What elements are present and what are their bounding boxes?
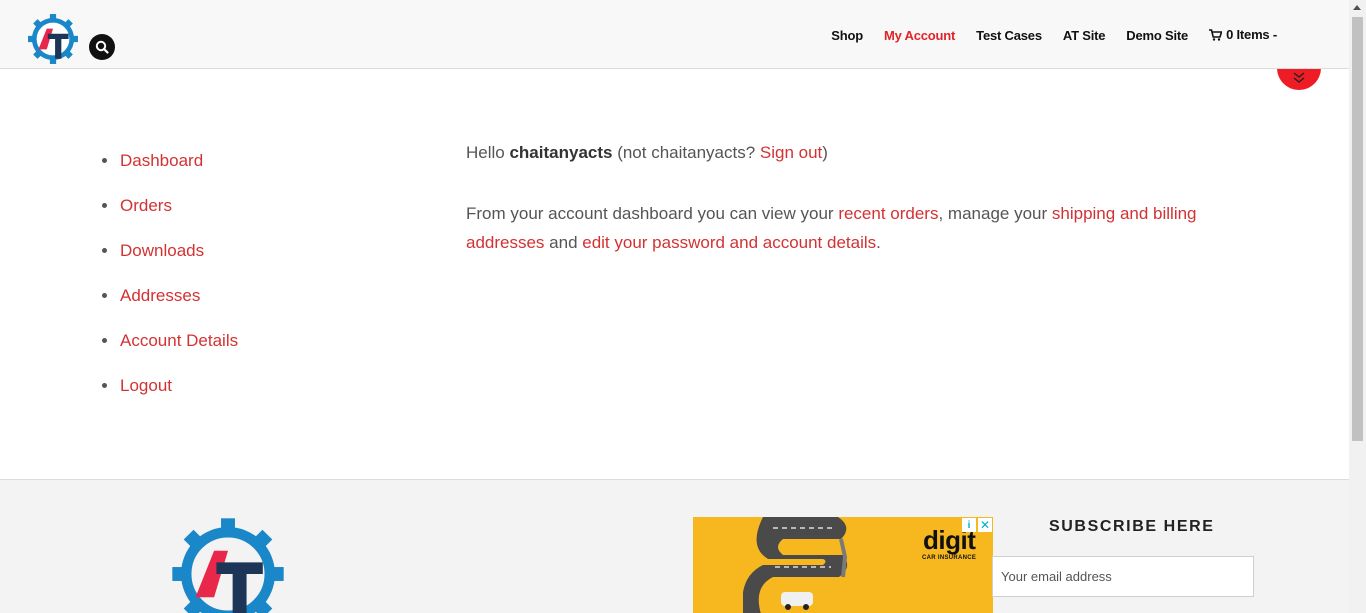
double-chevron-down-icon — [1293, 72, 1305, 83]
cart-icon — [1209, 29, 1223, 41]
road-illustration-icon — [743, 517, 848, 613]
ad-subtitle: CAR INSURANCE — [922, 555, 977, 561]
dashboard-intro: From your account dashboard you can view… — [466, 199, 1226, 257]
bullet-icon — [102, 383, 107, 388]
intro-text-3: and — [544, 233, 583, 252]
link-addresses[interactable]: Addresses — [120, 286, 200, 306]
username: chaitanyacts — [509, 143, 613, 162]
subscribe-email-input[interactable] — [992, 556, 1254, 597]
subscribe-title: SUBSCRIBE HERE — [1049, 518, 1215, 535]
bullet-icon — [102, 158, 107, 163]
site-footer: digit CAR INSURANCE i ✕ SUBSCRIBE HERE — [0, 479, 1349, 613]
ad-close-icon[interactable]: ✕ — [978, 518, 992, 532]
header-edge — [1277, 0, 1323, 69]
link-orders[interactable]: Orders — [120, 196, 172, 216]
advertisement-banner[interactable]: digit CAR INSURANCE i ✕ — [693, 517, 993, 613]
greeting: Hello chaitanyacts (not chaitanyacts? Si… — [466, 138, 1226, 167]
link-dashboard[interactable]: Dashboard — [120, 151, 203, 171]
scroll-up-arrow-icon[interactable] — [1353, 5, 1361, 10]
account-dashboard-content: Hello chaitanyacts (not chaitanyacts? Si… — [466, 138, 1226, 289]
intro-text-4: . — [876, 233, 881, 252]
scrollbar-thumb[interactable] — [1352, 17, 1363, 441]
account-nav-item-dashboard: Dashboard — [102, 138, 238, 183]
sign-out-link[interactable]: Sign out — [760, 143, 822, 162]
account-nav-item-logout: Logout — [102, 363, 238, 408]
bullet-icon — [102, 248, 107, 253]
link-logout[interactable]: Logout — [120, 376, 172, 396]
bullet-icon — [102, 293, 107, 298]
recent-orders-link[interactable]: recent orders — [838, 204, 938, 223]
search-icon — [95, 40, 109, 54]
not-user-suffix: ) — [822, 143, 828, 162]
ad-info-icon[interactable]: i — [962, 518, 976, 532]
nav-at-site[interactable]: AT Site — [1063, 28, 1106, 43]
site-logo[interactable] — [27, 13, 79, 65]
nav-my-account[interactable]: My Account — [884, 28, 955, 43]
account-nav-item-downloads: Downloads — [102, 228, 238, 273]
nav-shop[interactable]: Shop — [831, 28, 863, 43]
link-downloads[interactable]: Downloads — [120, 241, 204, 261]
intro-text-1: From your account dashboard you can view… — [466, 204, 839, 223]
footer-logo[interactable] — [170, 516, 286, 613]
account-nav-item-addresses: Addresses — [102, 273, 238, 318]
search-button[interactable] — [89, 34, 115, 60]
nav-test-cases[interactable]: Test Cases — [976, 28, 1042, 43]
vertical-scrollbar[interactable] — [1349, 0, 1366, 613]
edit-account-link[interactable]: edit your password and account details — [582, 233, 876, 252]
gear-logo-icon — [28, 14, 78, 64]
site-header: Shop My Account Test Cases AT Site Demo … — [0, 0, 1349, 69]
main-nav: Shop My Account Test Cases AT Site Demo … — [810, 27, 1313, 43]
intro-text-2: , manage your — [938, 204, 1052, 223]
greeting-text: Hello — [466, 143, 510, 162]
bullet-icon — [102, 203, 107, 208]
account-nav-item-account-details: Account Details — [102, 318, 238, 363]
bullet-icon — [102, 338, 107, 343]
account-navigation: Dashboard Orders Downloads Addresses Acc… — [102, 138, 238, 408]
account-nav-item-orders: Orders — [102, 183, 238, 228]
nav-demo-site[interactable]: Demo Site — [1126, 28, 1188, 43]
gear-logo-icon — [172, 518, 284, 613]
link-account-details[interactable]: Account Details — [120, 331, 238, 351]
not-user-text: (not chaitanyacts? — [612, 143, 760, 162]
